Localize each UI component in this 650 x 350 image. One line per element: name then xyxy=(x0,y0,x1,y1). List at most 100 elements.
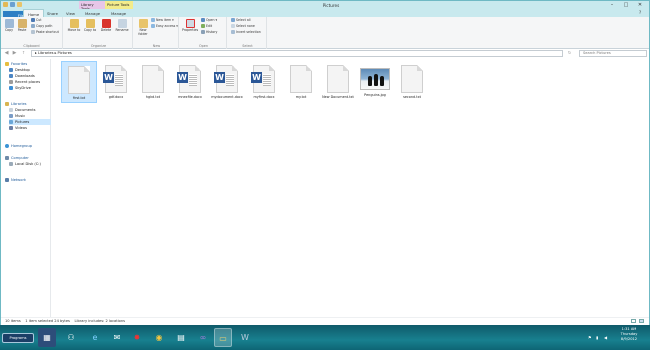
open-button[interactable]: Open ▾ xyxy=(201,18,217,23)
selection-info: 1 item selected 24 bytes xyxy=(25,319,70,323)
file-item[interactable]: first.txt xyxy=(61,61,97,103)
nav-homegroup[interactable]: Homegroup xyxy=(5,143,32,149)
file-item[interactable]: second.txt xyxy=(394,61,430,103)
taskbar: Programs ▦ ⚇ e ✉ ✸ ◉ ▤ ∞ ▭ W ⚑ ▮ ◀ 1:31 … xyxy=(0,325,650,350)
forward-button[interactable]: ▶ xyxy=(11,50,18,57)
network-tray-icon[interactable]: ▮ xyxy=(596,335,601,340)
nav-local-disk[interactable]: Local Disk (C:) xyxy=(9,161,41,167)
new-label: New xyxy=(152,44,161,48)
word-document-icon: W xyxy=(251,65,275,93)
new-folder-icon[interactable] xyxy=(17,2,22,7)
properties-button[interactable]: Properties xyxy=(182,19,198,33)
folder-icon[interactable] xyxy=(3,2,8,7)
copy-to-button[interactable]: Copy to xyxy=(83,19,97,33)
delete-button[interactable]: Delete xyxy=(99,19,113,33)
people-icon[interactable]: ⚇ xyxy=(62,328,80,347)
library-icon xyxy=(5,102,9,106)
file-item[interactable]: my.txt xyxy=(283,61,319,103)
select-group: Select all Select none Invert selection … xyxy=(229,17,267,49)
tab-home[interactable]: Home xyxy=(23,9,45,17)
nav-network[interactable]: Network xyxy=(5,177,26,183)
minimize-icon[interactable]: – xyxy=(605,1,619,9)
edit-button[interactable]: Edit xyxy=(201,24,212,29)
nav-videos[interactable]: Videos xyxy=(9,125,27,131)
library-tools-context: Library Tools xyxy=(79,1,105,11)
new-item-button[interactable]: New item ▾ xyxy=(151,18,174,23)
file-name: first.txt xyxy=(72,96,86,100)
paste-shortcut-button[interactable]: Paste shortcut xyxy=(31,30,59,35)
library-info: Library includes: 2 locations xyxy=(74,319,126,323)
clock-date: 8/9/2012 xyxy=(620,337,638,341)
paste-button[interactable]: Paste xyxy=(15,19,29,33)
open-icon xyxy=(201,18,205,22)
tab-manage-library[interactable]: Manage xyxy=(81,9,104,17)
app-icon[interactable]: ✸ xyxy=(128,328,146,347)
nav-skydrive[interactable]: SkyDrive xyxy=(9,85,31,91)
chrome-icon[interactable]: ◉ xyxy=(150,328,168,347)
file-name: my.txt xyxy=(295,95,307,99)
file-name: second.txt xyxy=(403,95,421,99)
large-icons-view-icon[interactable] xyxy=(639,319,644,323)
file-item[interactable]: hgkd.txt xyxy=(135,61,171,103)
move-to-button[interactable]: Move to xyxy=(67,19,81,33)
desktop-icon xyxy=(9,68,13,72)
close-icon[interactable]: ✕ xyxy=(633,1,647,9)
picture-tools-context: Picture Tools xyxy=(105,1,133,9)
music-icon xyxy=(9,114,13,118)
back-button[interactable]: ◀ xyxy=(3,50,10,57)
tab-view[interactable]: View xyxy=(62,9,79,17)
file-item[interactable]: Wmnexfile.docx xyxy=(172,61,208,103)
clipboard-label: Clipboard xyxy=(23,44,40,48)
details-view-icon[interactable] xyxy=(631,319,636,323)
copy-path-button[interactable]: Copy path xyxy=(31,24,52,29)
file-item[interactable]: Wmyfirst.docx xyxy=(246,61,282,103)
program-icon[interactable]: ▦ xyxy=(38,328,56,347)
file-name: mydocument.docx xyxy=(211,95,243,99)
word-icon[interactable]: W xyxy=(236,328,254,347)
new-folder-button[interactable]: New folder xyxy=(136,19,150,36)
cut-button[interactable]: Cut xyxy=(31,18,42,23)
copy-button[interactable]: Copy xyxy=(2,19,16,33)
internet-explorer-icon[interactable]: e xyxy=(86,328,104,347)
videos-icon xyxy=(9,126,13,130)
calculator-icon[interactable]: ▤ xyxy=(172,328,190,347)
file-item[interactable]: Wgdf.docx xyxy=(98,61,134,103)
history-button[interactable]: History xyxy=(201,30,217,35)
copy-icon xyxy=(4,19,14,28)
rename-button[interactable]: Rename xyxy=(115,19,129,33)
star-icon xyxy=(5,62,9,66)
text-file-icon xyxy=(327,65,349,93)
flag-icon[interactable]: ⚑ xyxy=(588,335,593,340)
select-none-button[interactable]: Select none xyxy=(231,24,255,29)
file-item[interactable]: Penguins.jpg xyxy=(357,61,393,103)
invert-selection-button[interactable]: Invert selection xyxy=(231,30,261,35)
file-explorer-icon[interactable]: ▭ xyxy=(214,328,232,347)
properties-icon[interactable] xyxy=(10,2,15,7)
clock[interactable]: 1:31 AM Thursday 8/9/2012 xyxy=(614,327,644,342)
refresh-button[interactable]: ↻ xyxy=(566,50,573,57)
file-item[interactable]: New Document.txt xyxy=(320,61,356,103)
outlook-icon[interactable]: ✉ xyxy=(108,328,126,347)
file-name: myfirst.docx xyxy=(253,95,275,99)
computer-icon xyxy=(5,156,9,160)
maximize-icon[interactable]: □ xyxy=(619,1,633,9)
start-button[interactable]: Programs xyxy=(2,333,34,343)
rename-icon xyxy=(117,19,127,28)
help-icon[interactable]: ? xyxy=(633,9,647,17)
file-item[interactable]: Wmydocument.docx xyxy=(209,61,245,103)
easy-access-button[interactable]: Easy access ▾ xyxy=(151,24,178,29)
address-input[interactable]: ▸ Libraries ▸ Pictures xyxy=(31,50,563,57)
drive-icon xyxy=(9,162,13,166)
up-button[interactable]: ↑ xyxy=(20,50,27,57)
word-document-icon: W xyxy=(103,65,127,93)
tab-manage-picture[interactable]: Manage xyxy=(107,9,130,17)
visual-studio-icon[interactable]: ∞ xyxy=(194,328,212,347)
text-file-icon xyxy=(290,65,312,93)
organize-label: Organize xyxy=(90,44,107,48)
tab-share[interactable]: Share xyxy=(43,9,62,17)
volume-icon[interactable]: ◀ xyxy=(604,335,609,340)
search-input[interactable]: Search Pictures xyxy=(579,50,647,57)
image-thumbnail xyxy=(360,68,390,90)
select-all-button[interactable]: Select all xyxy=(231,18,251,23)
copy-path-icon xyxy=(31,24,35,28)
